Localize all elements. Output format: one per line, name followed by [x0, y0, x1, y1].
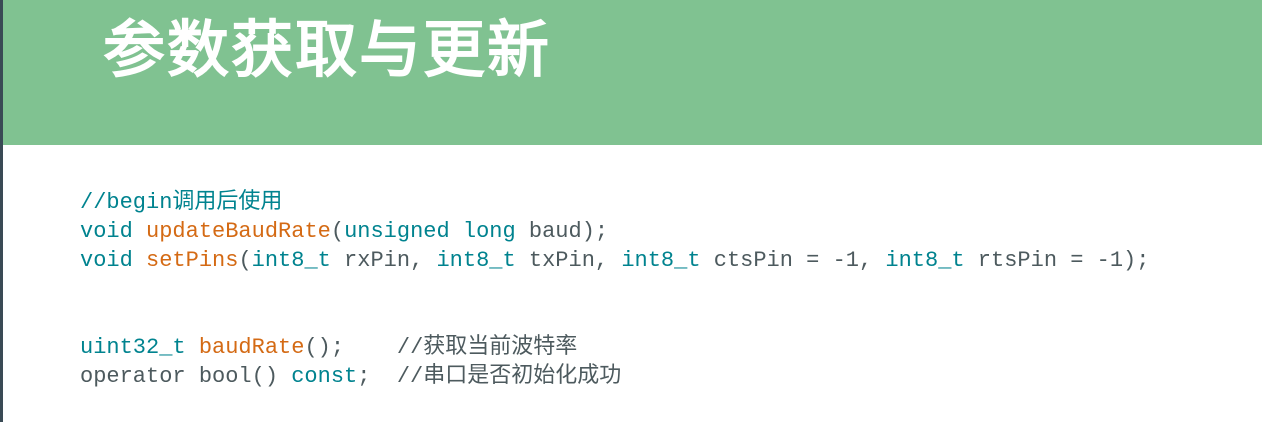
code-token: (: [330, 219, 345, 244]
code-token: unsigned long: [344, 219, 516, 244]
code-token: void: [80, 219, 147, 244]
code-token: int8_t: [251, 248, 331, 273]
code-token: ;: [357, 364, 397, 389]
code-token: updateBaudRate: [146, 219, 331, 244]
code-token: setPins: [146, 248, 239, 273]
code-line: void setPins(int8_t rxPin, int8_t txPin,…: [80, 246, 1149, 275]
code-token: int8_t: [621, 248, 701, 273]
code-line: //begin调用后使用: [80, 188, 1149, 217]
code-token: ctsPin = -1,: [700, 248, 886, 273]
code-token: //串口是否初始化成功: [396, 364, 622, 389]
code-token: rxPin,: [330, 248, 437, 273]
code-token: (: [238, 248, 252, 273]
code-token: ();: [304, 335, 397, 360]
code-token: const: [291, 364, 358, 389]
code-token: uint32_t: [80, 335, 199, 360]
code-token: //获取当前波特率: [396, 335, 578, 360]
code-line: uint32_t baudRate(); //获取当前波特率: [80, 333, 1149, 362]
code-token: baud);: [515, 219, 609, 244]
code-token: operator bool(): [80, 364, 292, 389]
code-block: //begin调用后使用 void updateBaudRate(unsigned…: [80, 188, 1149, 391]
code-line: operator bool() const; //串口是否初始化成功: [80, 362, 1149, 391]
code-token: void: [80, 248, 147, 273]
code-token: //begin调用后使用: [80, 190, 283, 215]
code-token: rtsPin = -1);: [964, 248, 1150, 273]
code-line: void updateBaudRate(unsigned long baud);: [80, 217, 1149, 246]
code-token: int8_t: [436, 248, 516, 273]
code-token: baudRate: [198, 335, 305, 360]
slide-title: 参数获取与更新: [103, 13, 552, 86]
slide-header: 参数获取与更新: [3, 0, 1262, 145]
code-token: txPin,: [515, 248, 622, 273]
code-token: int8_t: [885, 248, 965, 273]
